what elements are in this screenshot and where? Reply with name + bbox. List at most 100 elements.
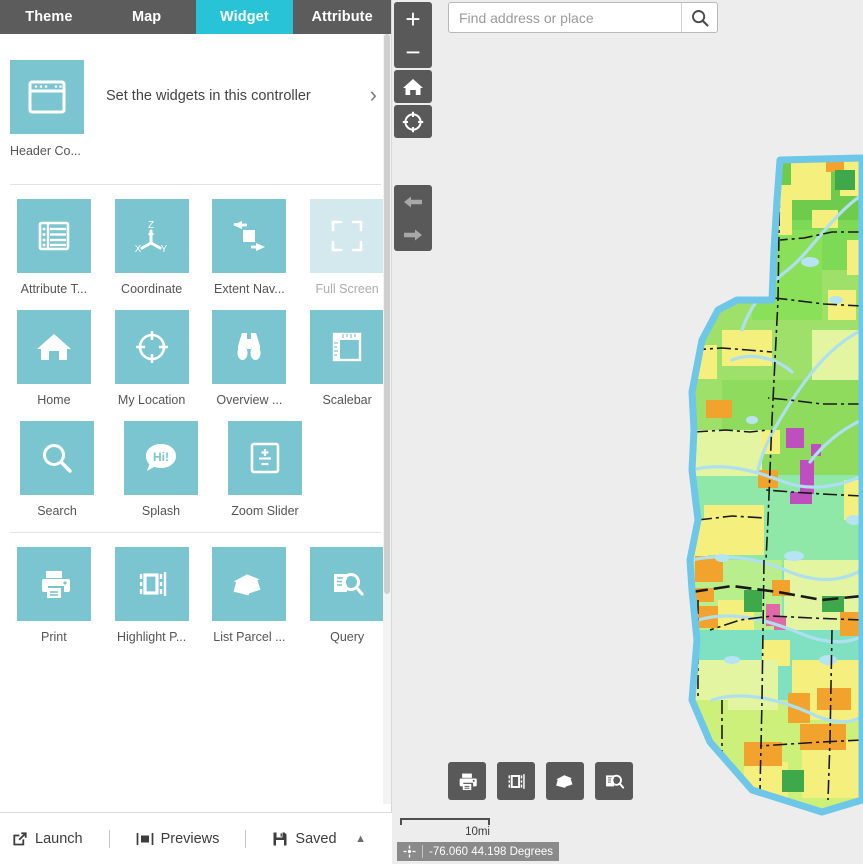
svg-text:Hi!: Hi! (153, 450, 169, 464)
chevron-right-icon[interactable]: › (351, 60, 377, 108)
previous-extent-button[interactable] (394, 185, 432, 218)
header-controller-tile[interactable] (10, 60, 84, 134)
locate-control[interactable] (394, 105, 432, 138)
widget-row: Search Hi! Splash Zoom Slider (0, 421, 391, 532)
coordinate-axes-icon: Z X Y (132, 217, 172, 255)
next-extent-button[interactable] (394, 218, 432, 251)
widget-tile[interactable] (310, 547, 385, 621)
widget-tile[interactable] (114, 547, 189, 621)
widget-zoom-slider[interactable]: Zoom Slider (218, 421, 312, 518)
widget-label: Search (37, 504, 77, 518)
map-search-box[interactable] (448, 2, 718, 33)
widget-label: Extent Nav... (214, 282, 285, 296)
scalebar-ruler-icon (330, 330, 364, 364)
widget-tile[interactable] (20, 421, 94, 495)
widget-highlight-parcel[interactable]: Highlight P... (108, 547, 196, 644)
search-submit-button[interactable] (681, 3, 717, 32)
widget-scalebar[interactable]: Scalebar (303, 310, 391, 407)
widget-query[interactable]: Query (303, 547, 391, 644)
saved-label: Saved (295, 830, 337, 847)
tab-attribute[interactable]: Attribute (293, 0, 391, 34)
app-root: Theme Map Widget Attribute Header Co... … (0, 0, 863, 864)
splash-hi-icon: Hi! (143, 441, 179, 475)
svg-text:Y: Y (160, 244, 167, 255)
tab-widget[interactable]: Widget (195, 0, 294, 34)
map-print-button[interactable] (448, 762, 486, 800)
widget-my-location[interactable]: My Location (108, 310, 196, 407)
panel-scrollbar-thumb[interactable] (384, 34, 390, 594)
widget-full-screen[interactable]: Full Screen (303, 199, 391, 296)
arrow-left-icon (403, 194, 423, 210)
arrow-right-icon (403, 227, 423, 243)
search-input[interactable] (449, 3, 681, 32)
crosshair-icon (403, 845, 416, 858)
previews-button[interactable]: Previews (136, 831, 219, 847)
widget-label: Zoom Slider (231, 504, 299, 518)
map-highlight-parcel-button[interactable] (497, 762, 535, 800)
external-link-icon (12, 831, 28, 847)
widget-home[interactable]: Home (10, 310, 98, 407)
widget-extent-navigate[interactable]: Extent Nav... (206, 199, 294, 296)
widget-row: Attribute T... Z X Y Coordinate Extent N… (0, 199, 391, 310)
widget-label: Full Screen (315, 282, 379, 296)
panel-scrollbar[interactable] (383, 34, 391, 804)
home-control[interactable] (394, 70, 432, 103)
widget-label: Coordinate (121, 282, 183, 296)
map-view[interactable]: + − Find address or place 10mi -76.060 4… (392, 0, 863, 864)
tab-attribute-label: Attribute (311, 9, 373, 25)
search-icon (40, 441, 74, 475)
widget-label: Highlight P... (116, 630, 187, 644)
map-list-parcel-button[interactable] (546, 762, 584, 800)
widget-tile[interactable]: Z X Y (114, 199, 189, 273)
my-location-button[interactable] (394, 105, 432, 138)
widget-tile[interactable] (212, 199, 287, 273)
home-button[interactable] (394, 70, 432, 103)
widget-search[interactable]: Search (10, 421, 104, 518)
attribute-table-icon (37, 219, 71, 253)
zoom-out-button[interactable]: − (394, 35, 432, 68)
widget-label: Splash (141, 504, 181, 518)
widget-label: My Location (117, 393, 186, 407)
widget-list-parcel[interactable]: List Parcel ... (206, 547, 294, 644)
widget-tile[interactable] (310, 199, 385, 273)
collapse-caret-icon[interactable]: ▲ (355, 833, 380, 845)
map-query-button[interactable] (595, 762, 633, 800)
widget-tile[interactable] (228, 421, 302, 495)
widget-tile[interactable] (16, 199, 91, 273)
header-controller-tile-wrap: Header Co... (10, 60, 84, 158)
launch-button[interactable]: Launch (12, 831, 83, 847)
widget-tile[interactable] (16, 310, 91, 384)
previews-icon (136, 831, 154, 847)
widget-tile[interactable]: Hi! (124, 421, 198, 495)
printer-icon (456, 771, 478, 792)
extent-navigate-controls[interactable] (394, 185, 432, 251)
widget-splash[interactable]: Hi! Splash (114, 421, 208, 518)
svg-text:X: X (134, 244, 141, 255)
zoom-in-button[interactable]: + (394, 2, 432, 35)
zoom-controls[interactable]: + − (394, 2, 432, 68)
tab-bar: Theme Map Widget Attribute (0, 0, 391, 34)
widget-tile[interactable] (310, 310, 385, 384)
widget-overview-map[interactable]: Overview ... (206, 310, 294, 407)
widget-label: List Parcel ... (213, 630, 286, 644)
widget-attribute-table[interactable]: Attribute T... (10, 199, 98, 296)
saved-button[interactable]: Saved (272, 830, 337, 847)
widget-tile[interactable] (114, 310, 189, 384)
header-controller-description: Set the widgets in this controller (106, 88, 311, 104)
widget-label: Home (37, 393, 71, 407)
configuration-panel: Theme Map Widget Attribute Header Co... … (0, 0, 392, 864)
header-controller-section[interactable]: Header Co... Set the widgets in this con… (0, 34, 391, 184)
list-parcel-icon (230, 568, 268, 600)
widget-print[interactable]: Print (10, 547, 98, 644)
tab-map[interactable]: Map (98, 0, 196, 34)
widget-tile[interactable] (212, 310, 287, 384)
widget-row: Print Highlight P... List Parcel ... Que… (0, 547, 391, 658)
map-widget-toolbar (448, 762, 633, 800)
full-screen-icon (330, 219, 364, 253)
widget-tile[interactable] (212, 547, 287, 621)
widget-coordinate[interactable]: Z X Y Coordinate (108, 199, 196, 296)
scalebar: 10mi (400, 818, 490, 838)
widget-tile[interactable] (16, 547, 91, 621)
tab-theme[interactable]: Theme (0, 0, 98, 34)
widget-grid: Attribute T... Z X Y Coordinate Extent N… (0, 185, 391, 532)
